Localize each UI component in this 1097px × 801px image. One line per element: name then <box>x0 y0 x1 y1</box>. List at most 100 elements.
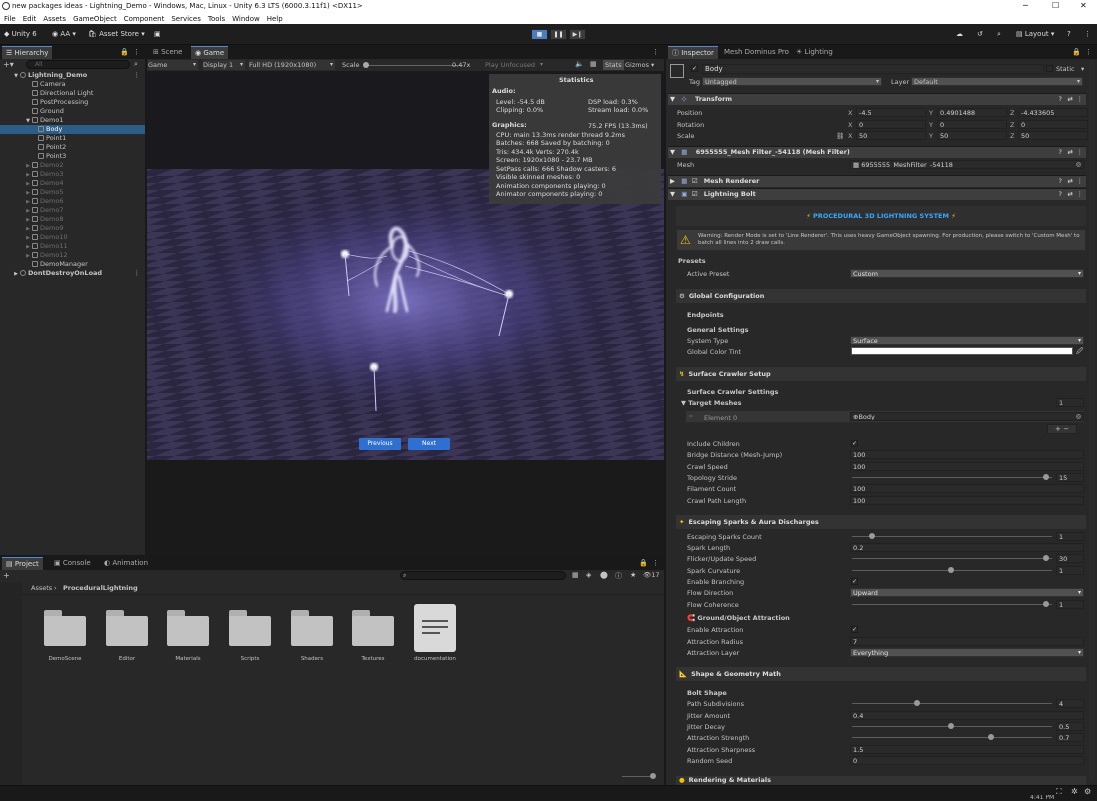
folder-shaders[interactable] <box>291 610 333 646</box>
jitter-decay-field[interactable]: 0.5 <box>1056 722 1084 731</box>
previous-button[interactable]: Previous <box>359 438 401 450</box>
hierarchy-item[interactable]: ▼ Demo1 <box>0 116 145 125</box>
active-checkbox[interactable]: ✓ <box>691 65 698 72</box>
gizmos-dropdown[interactable]: Gizmos ▾ <box>625 60 654 70</box>
flow-dir-dropdown[interactable]: Upward ▾ <box>850 588 1084 597</box>
menu-gameobject[interactable]: GameObject <box>73 15 117 23</box>
hierarchy-item[interactable]: Body <box>0 125 145 134</box>
object-name-field[interactable]: Body <box>702 64 1044 74</box>
project-search-input[interactable]: ⌕ <box>400 571 566 580</box>
scale-slider-knob[interactable] <box>363 62 369 68</box>
hierarchy-item[interactable]: ▶ Demo8 <box>0 215 145 224</box>
info-icon[interactable]: ⓘ <box>615 571 622 581</box>
transform-header[interactable]: ▼ ⊹ Transform ? ⇄ ⋮ <box>668 93 1086 105</box>
folder-demoscene[interactable] <box>44 610 86 646</box>
filter-tag-icon[interactable]: ⬤ <box>600 571 608 579</box>
progress-icon[interactable]: ⛶ <box>1056 787 1062 797</box>
topology-slider[interactable] <box>852 477 1052 478</box>
tab-animation[interactable]: ◐ Animation <box>100 557 152 570</box>
hierarchy-item[interactable]: ▶ Demo10 <box>0 233 145 242</box>
package-icon[interactable]: ▣ <box>154 28 161 41</box>
global-color-swatch[interactable] <box>851 347 1073 355</box>
resolution-dropdown[interactable]: Full HD (1920x1080) ▾ <box>249 60 335 70</box>
menu-edit[interactable]: Edit <box>23 15 37 23</box>
flicker-field[interactable]: 30 <box>1056 554 1084 563</box>
attr-radius-field[interactable]: 7 <box>850 637 1084 646</box>
transform-position-z-field[interactable]: -4.433605 <box>1018 108 1088 117</box>
panel-menu-icon[interactable]: ⋮ <box>652 48 659 56</box>
mesh-filter-header[interactable]: ▼ ▦ 6955555_Mesh Filter_-54118 (Mesh Fil… <box>668 146 1086 158</box>
esc-sparks-slider[interactable] <box>852 536 1052 537</box>
folder-editor[interactable] <box>106 610 148 646</box>
flicker-slider-knob[interactable] <box>1043 555 1050 561</box>
spark-curv-field[interactable]: 1 <box>1056 566 1084 575</box>
menu-assets[interactable]: Assets <box>43 15 66 23</box>
scale-slider[interactable] <box>365 65 463 66</box>
hierarchy-item[interactable]: ▶ Demo12 <box>0 251 145 260</box>
minimize-icon[interactable]: ─ <box>1023 1 1028 10</box>
hierarchy-item[interactable]: Point3 <box>0 152 145 161</box>
panel-menu-icon[interactable]: ⋮ <box>652 559 659 567</box>
hierarchy-item[interactable]: DemoManager <box>0 260 145 269</box>
shortcuts-icon[interactable]: ▦ <box>590 60 597 68</box>
layer-dropdown[interactable]: Default ▾ <box>911 77 1083 86</box>
rendering-header[interactable]: ● Rendering & Materials <box>676 776 1086 785</box>
tab-lighting[interactable]: ☀ Lighting <box>792 46 837 59</box>
transform-position-y-field[interactable]: 0.4901488 <box>937 108 1007 117</box>
icon-size-slider-knob[interactable] <box>650 773 656 779</box>
scene-menu-icon[interactable]: ⋮ <box>134 71 141 80</box>
bridge-field[interactable]: 100 <box>850 450 1084 459</box>
transform-rotation-x-field[interactable]: 0 <box>856 120 926 129</box>
target-meshes-foldout[interactable]: ▼ Target Meshes <box>681 399 742 407</box>
hierarchy-item[interactable]: ▶ Demo2 <box>0 161 145 170</box>
tab-console[interactable]: ▣ Console <box>50 557 95 570</box>
eyedropper-icon[interactable]: 🖉 <box>1076 347 1083 358</box>
folder-materials[interactable] <box>167 610 209 646</box>
hierarchy-search-input[interactable]: All <box>26 60 130 69</box>
maximize-icon[interactable]: ☐ <box>1052 1 1059 10</box>
menu-tools[interactable]: Tools <box>208 15 225 23</box>
attr-strength-slider[interactable] <box>852 737 1052 738</box>
hierarchy-item[interactable]: ▶ Demo5 <box>0 188 145 197</box>
display-dropdown[interactable]: Display 1 ▾ <box>203 60 245 70</box>
lock-icon[interactable]: 🔒 <box>120 48 129 56</box>
hierarchy-item[interactable]: ▶ Demo11 <box>0 242 145 251</box>
hierarchy-item[interactable]: ▶ Demo6 <box>0 197 145 206</box>
lock-icon[interactable]: 🔒 <box>1072 48 1081 56</box>
spark-length-field[interactable]: 0.2 <box>850 543 1084 552</box>
stats-button[interactable]: Stats <box>603 60 624 70</box>
filter-label-icon[interactable]: ◈ <box>586 571 591 579</box>
constrain-proportions-icon[interactable]: ⛓ <box>836 132 844 140</box>
menu-help[interactable]: Help <box>267 15 283 23</box>
hierarchy-item[interactable]: ▼ Lightning_Demo ⋮ <box>0 71 145 80</box>
menu-services[interactable]: Services <box>171 15 201 23</box>
cloud-icon[interactable]: ☁ <box>956 28 963 41</box>
transform-rotation-y-field[interactable]: 0 <box>937 120 1007 129</box>
play-focus-dropdown[interactable]: Play Unfocused ▾ <box>485 60 545 70</box>
mute-audio-icon[interactable]: 🔈 <box>575 60 584 68</box>
filter-type-icon[interactable]: ▦ <box>572 571 579 579</box>
hierarchy-item[interactable]: ▶ Demo4 <box>0 179 145 188</box>
element0-field[interactable]: ⊕Body ◎ <box>850 412 1084 421</box>
attr-sharp-field[interactable]: 1.5 <box>850 745 1084 754</box>
topology-slider-knob[interactable] <box>1043 474 1050 480</box>
hierarchy-item[interactable]: ▶ Demo9 <box>0 224 145 233</box>
list-add-remove[interactable]: + − <box>1047 424 1077 434</box>
include-children-checkbox[interactable]: ✓ <box>851 440 858 447</box>
drag-handle-icon[interactable]: ═ <box>689 413 693 420</box>
tab-mesh-dominus[interactable]: Mesh Dominus Pro <box>720 46 793 59</box>
attr-strength-field[interactable]: 0.7 <box>1056 733 1084 742</box>
spark-curv-slider-knob[interactable] <box>948 567 954 573</box>
global-config-header[interactable]: ⚙ Global Configuration <box>676 289 1086 303</box>
next-button[interactable]: Next <box>408 438 450 450</box>
add-icon[interactable]: + <box>3 571 10 580</box>
menu-window[interactable]: Window <box>232 15 260 23</box>
hidden-count[interactable]: 👁17 <box>643 571 660 579</box>
static-dropdown-icon[interactable]: ▾ <box>1081 65 1084 73</box>
crawl-speed-field[interactable]: 100 <box>850 462 1084 471</box>
settings-icon[interactable]: ⚙ <box>1084 787 1091 796</box>
account-button[interactable]: ◉ AA ▾ <box>52 28 76 41</box>
jitter-decay-slider-knob[interactable] <box>948 723 954 729</box>
bug-icon[interactable]: ✲ <box>1071 787 1078 796</box>
enable-attr-checkbox[interactable]: ✓ <box>851 626 858 633</box>
